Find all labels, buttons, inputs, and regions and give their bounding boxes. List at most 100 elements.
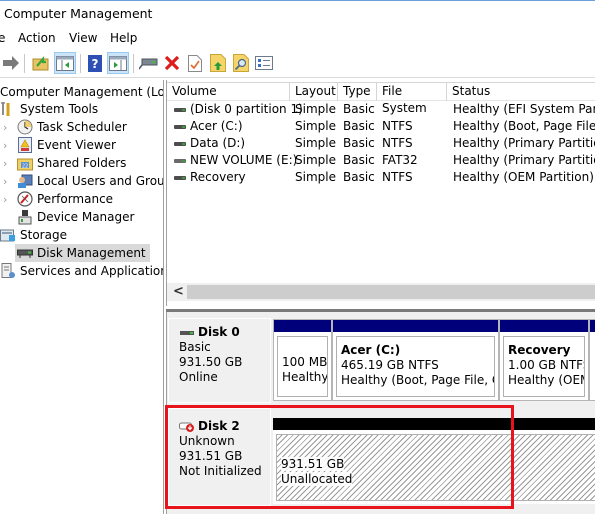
volume-layout: Simple: [295, 102, 336, 116]
volume-status: Healthy (EFI System Partition): [453, 102, 595, 116]
delete-button[interactable]: [161, 52, 183, 74]
volume-name: Recovery: [190, 170, 246, 184]
menu-view[interactable]: View: [69, 31, 97, 45]
volume-status: Healthy (Boot, Page File, Crash Dump): [453, 119, 595, 133]
clock-icon: [17, 119, 33, 135]
volume-row[interactable]: NEW VOLUME (E:) Simple Basic FAT32 Healt…: [167, 152, 595, 169]
scroll-left-button[interactable]: <: [173, 284, 184, 299]
partition-efi[interactable]: 100 MB Healthy: [273, 319, 332, 401]
up-folder-button[interactable]: [30, 52, 52, 74]
partition-unallocated[interactable]: 931.51 GB Unallocated: [273, 418, 595, 504]
tree-item-device-manager[interactable]: Device Manager: [17, 208, 134, 226]
horizontal-scrollbar[interactable]: <: [167, 283, 595, 301]
partition-next[interactable]: [589, 319, 595, 401]
show-hide-action-pane-button[interactable]: [107, 52, 129, 74]
partition-header-bar: [333, 320, 498, 332]
partition-body: Acer (C:) 465.19 GB NTFS Healthy (Boot, …: [336, 336, 495, 397]
tree-item-label: Performance: [37, 192, 114, 206]
partition-title: Recovery: [508, 343, 571, 357]
details-view-button[interactable]: [253, 52, 275, 74]
search-button[interactable]: [230, 52, 252, 74]
svg-text:?: ?: [92, 57, 99, 71]
chevron-right-icon[interactable]: ›: [3, 157, 7, 170]
volume-row[interactable]: (Disk 0 partition 1) Simple Basic Health…: [167, 101, 595, 118]
device-manager-icon: [17, 209, 33, 225]
disk-graphical-view: Disk 0 Basic 931.50 GB Online 100 MB Hea…: [166, 312, 595, 514]
partition-body: 100 MB Healthy: [277, 336, 328, 397]
partition-acer-c[interactable]: Acer (C:) 465.19 GB NTFS Healthy (Boot, …: [332, 319, 499, 401]
volume-row[interactable]: Recovery Simple Basic NTFS Healthy (OEM …: [167, 169, 595, 186]
show-hide-console-tree-button[interactable]: [54, 52, 76, 74]
search-icon: [233, 54, 249, 72]
tree-root[interactable]: Computer Management (Local: [0, 83, 163, 101]
disk-management-pane: Volume Layout Type File System Status (D…: [166, 80, 595, 514]
tree-item-local-users-groups[interactable]: Local Users and Groups: [17, 172, 164, 190]
volume-name: Data (D:): [190, 136, 246, 150]
volume-type: Basic: [343, 153, 375, 167]
tree-item-event-viewer[interactable]: Event Viewer: [17, 136, 116, 154]
volume-status: Healthy (Primary Partition): [453, 136, 595, 150]
properties-button[interactable]: [184, 52, 206, 74]
partition-status: Healthy (Boot, Page File, Cras: [341, 373, 494, 387]
volume-icon: [174, 176, 186, 180]
partition-title: Acer (C:): [341, 343, 401, 357]
volume-row[interactable]: Data (D:) Simple Basic NTFS Healthy (Pri…: [167, 135, 595, 152]
disk-type: Unknown: [179, 434, 235, 448]
volume-name: (Disk 0 partition 1): [190, 102, 303, 116]
menu-action[interactable]: Action: [18, 31, 56, 45]
tree-item-disk-management[interactable]: Disk Management: [15, 244, 150, 262]
column-header-file-system[interactable]: File System: [377, 83, 447, 115]
tree-item-shared-folders[interactable]: 22 Shared Folders: [17, 154, 126, 172]
volume-layout: Simple: [295, 153, 336, 167]
chevron-right-icon[interactable]: ›: [3, 193, 7, 206]
help-icon: ?: [88, 54, 102, 72]
delete-icon: [164, 55, 180, 71]
volume-row[interactable]: Acer (C:) Simple Basic NTFS Healthy (Boo…: [167, 118, 595, 135]
tree-item-services-applications[interactable]: Services and Applications: [0, 262, 163, 280]
chevron-right-icon[interactable]: ›: [3, 139, 7, 152]
volume-fs: NTFS: [382, 136, 413, 150]
menu-bar: e Action View Help: [0, 27, 595, 49]
partition-recovery[interactable]: Recovery 1.00 GB NTFS Healthy (OEM: [499, 319, 589, 401]
event-viewer-icon: [17, 137, 33, 153]
chevron-right-icon[interactable]: ›: [3, 121, 7, 134]
volume-icon: [174, 142, 186, 146]
menu-file[interactable]: e: [0, 31, 5, 45]
column-header-type[interactable]: Type: [338, 83, 377, 101]
tree-item-label: System Tools: [20, 102, 99, 116]
scrollbar-thumb[interactable]: [187, 285, 595, 299]
shared-folder-icon: 22: [17, 155, 33, 171]
partition-body: Recovery 1.00 GB NTFS Healthy (OEM: [503, 336, 585, 397]
volume-status: Healthy (Primary Partition): [453, 153, 595, 167]
volume-icon: [174, 159, 186, 163]
partition-body: 931.51 GB Unallocated: [276, 434, 595, 501]
column-header-layout[interactable]: Layout: [290, 83, 338, 101]
volume-icon: [174, 108, 186, 112]
tree-item-task-scheduler[interactable]: Task Scheduler: [17, 118, 127, 136]
column-header-volume[interactable]: Volume: [167, 83, 290, 101]
tree-item-label: Local Users and Groups: [37, 174, 164, 188]
volume-name: Acer (C:): [190, 119, 243, 133]
help-button[interactable]: ?: [84, 52, 106, 74]
tree-item-system-tools[interactable]: System Tools: [0, 100, 98, 118]
title-bar: Computer Management: [0, 0, 595, 26]
partition-size: 465.19 GB NTFS: [341, 358, 439, 372]
volume-layout: Simple: [295, 119, 336, 133]
disk-2-name-row: Disk 2: [179, 419, 270, 434]
export-button[interactable]: [207, 52, 229, 74]
volume-type: Basic: [343, 136, 375, 150]
details-view-icon: [255, 56, 273, 70]
forward-button[interactable]: [0, 52, 22, 74]
disk-size: 931.51 GB: [179, 449, 243, 463]
menu-help[interactable]: Help: [110, 31, 137, 45]
disk-2-label[interactable]: Disk 2 Unknown 931.51 GB Not Initialized: [168, 408, 271, 506]
column-header-status[interactable]: Status: [447, 83, 595, 101]
tree-item-storage[interactable]: Storage: [0, 226, 67, 244]
window-title: Computer Management: [4, 6, 153, 21]
disk-state: Online: [179, 370, 218, 384]
tree-item-performance[interactable]: Performance: [17, 190, 113, 208]
chevron-right-icon[interactable]: ›: [3, 175, 7, 188]
volume-fs: NTFS: [382, 119, 413, 133]
connect-drive-button[interactable]: [138, 52, 160, 74]
disk-0-label[interactable]: Disk 0 Basic 931.50 GB Online: [168, 318, 271, 403]
